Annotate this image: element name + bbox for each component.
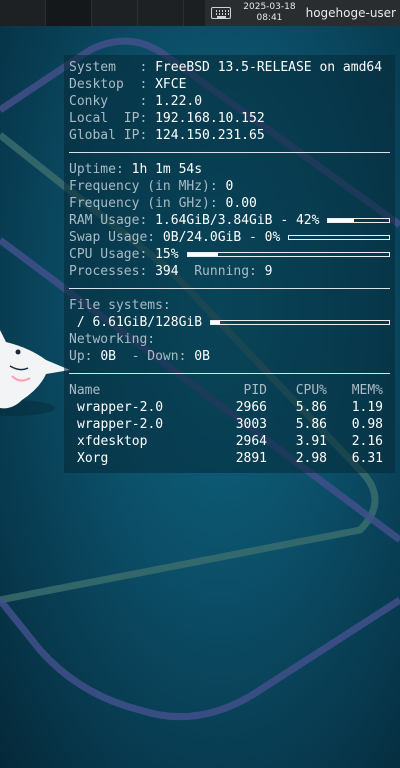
freq-mhz-label: Frequency (in MHz): — [69, 179, 226, 194]
process-mem: 1.19 — [351, 400, 383, 415]
fs-root-label: / — [69, 315, 93, 330]
divider — [69, 152, 390, 153]
running-value: 9 — [264, 264, 273, 279]
process-cpu: 5.86 — [295, 400, 327, 415]
cpu-bar-fill — [187, 253, 218, 256]
global-ip-label: Global IP: — [69, 128, 156, 143]
freq-ghz-value: 0.00 — [225, 196, 257, 211]
desktop-value: XFCE — [155, 77, 187, 92]
uptime-value: 1h 1m 54s — [131, 162, 203, 177]
system-value: FreeBSD 13.5-RELEASE on amd64 — [155, 60, 383, 75]
conky-widget: System : FreeBSD 13.5-RELEASE on amd64 D… — [64, 55, 395, 473]
cpu-label: CPU Usage: — [69, 247, 156, 262]
process-name: xfdesktop — [77, 434, 148, 449]
system-label: System : — [69, 60, 156, 75]
up-value: 0B — [100, 349, 116, 364]
filesystems-label: File systems: — [69, 298, 171, 313]
conky-label: Conky : — [69, 94, 156, 109]
workspace-2[interactable] — [46, 0, 92, 26]
global-ip-value: 124.150.231.65 — [155, 128, 265, 143]
workspace-3[interactable] — [92, 0, 138, 26]
processes-label: Processes: — [69, 264, 156, 279]
process-cpu: 2.98 — [295, 451, 327, 466]
running-label: Running: — [178, 264, 265, 279]
user-menu[interactable]: hogehoge-user — [306, 6, 398, 20]
system-tray: 2025-03-18 08:41 hogehoge-user — [205, 0, 400, 26]
down-value: 0B — [194, 349, 210, 364]
process-pid: 2966 — [235, 400, 267, 415]
process-pid: 2964 — [235, 434, 267, 449]
table-row: wrapper-2.0 3003 5.86 0.98 — [69, 416, 390, 433]
workspace-1[interactable] — [0, 0, 46, 26]
workspace-4[interactable] — [138, 0, 184, 26]
table-row: Xorg 2891 2.98 6.31 — [69, 450, 390, 467]
process-cpu: 3.91 — [295, 434, 327, 449]
freq-ghz-label: Frequency (in GHz): — [69, 196, 226, 211]
process-mem: 0.98 — [351, 417, 383, 432]
local-ip-value: 192.168.10.152 — [155, 111, 265, 126]
process-mem: 2.16 — [351, 434, 383, 449]
process-name: Xorg — [77, 451, 109, 466]
down-label: - Down: — [115, 349, 195, 364]
table-row: wrapper-2.0 2966 5.86 1.19 — [69, 399, 390, 416]
divider — [69, 288, 390, 289]
clock[interactable]: 2025-03-18 08:41 — [243, 2, 295, 24]
uptime-label: Uptime: — [69, 162, 132, 177]
conky-version: 1.22.0 — [155, 94, 203, 109]
local-ip-label: Local IP: — [69, 111, 156, 126]
process-mem: 6.31 — [351, 451, 383, 466]
process-name: wrapper-2.0 — [77, 400, 164, 415]
swap-value: 0B/24.0GiB - 0% — [162, 230, 281, 245]
panel-spacer — [184, 0, 206, 26]
process-table-header: Name PID CPU% MEM% — [69, 382, 390, 399]
divider — [69, 373, 390, 374]
networking-label: Networking: — [69, 332, 156, 347]
swap-label: Swap Usage: — [69, 230, 163, 245]
clock-time: 08:41 — [256, 13, 283, 23]
process-pid: 3003 — [235, 417, 267, 432]
processes-value: 394 — [155, 264, 179, 279]
freq-mhz-value: 0 — [225, 179, 234, 194]
swap-bar — [288, 235, 390, 240]
ram-label: RAM Usage: — [69, 213, 156, 228]
desktop-label: Desktop : — [69, 77, 156, 92]
header-cpu: CPU% — [295, 383, 327, 398]
clock-date: 2025-03-18 — [243, 2, 296, 12]
fs-root-bar — [210, 320, 390, 325]
fs-root-bar-fill — [211, 321, 220, 324]
ram-bar-fill — [328, 219, 354, 222]
cpu-value: 15% — [155, 247, 179, 262]
header-pid: PID — [243, 383, 267, 398]
process-name: wrapper-2.0 — [77, 417, 164, 432]
ram-bar — [327, 218, 390, 223]
process-cpu: 5.86 — [295, 417, 327, 432]
mascot-icon — [0, 330, 70, 416]
top-panel: 2025-03-18 08:41 hogehoge-user — [0, 0, 400, 26]
cpu-bar — [186, 252, 390, 257]
fs-root-value: 6.61GiB/128GiB — [92, 315, 203, 330]
ram-value: 1.64GiB/3.84GiB - 42% — [155, 213, 320, 228]
header-name: Name — [69, 383, 101, 398]
header-mem: MEM% — [351, 383, 383, 398]
process-pid: 2891 — [235, 451, 267, 466]
keyboard-icon[interactable] — [211, 7, 232, 19]
up-label: Up: — [69, 349, 101, 364]
table-row: xfdesktop 2964 3.91 2.16 — [69, 433, 390, 450]
